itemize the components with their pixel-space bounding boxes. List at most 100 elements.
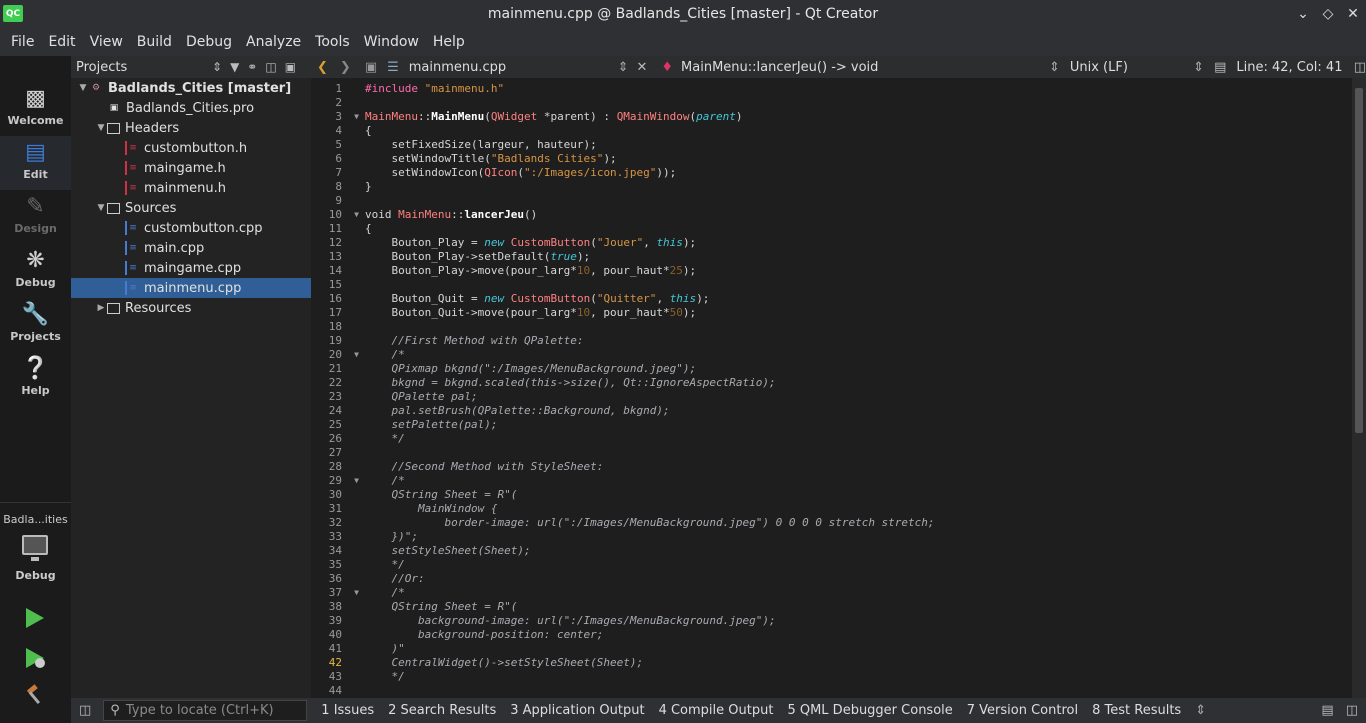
kit-selector[interactable]: Badla...ities Debug [0,502,71,592]
mode-help[interactable]: ❔ Help [0,352,71,406]
maximize-icon[interactable]: ◇ [1318,4,1338,24]
run-icon[interactable] [23,606,47,630]
line-ending-selector[interactable]: Unix (LF) [1070,60,1193,75]
code-line[interactable]: QPixmap bkgnd(":/Images/MenuBackground.j… [365,362,1350,376]
tree-item[interactable]: ≡ custombutton.cpp [71,218,311,238]
code-line[interactable]: setPalette(pal); [365,418,1350,432]
code-line[interactable]: })"; [365,530,1350,544]
code-line[interactable]: CentralWidget()->setStyleSheet(Sheet); [365,656,1350,670]
tree-item[interactable]: ▣ Badlands_Cities.pro [71,98,311,118]
split-icon[interactable]: ◫ [265,60,276,74]
tab-search-results[interactable]: 2 Search Results [388,703,496,718]
mode-debug[interactable]: ❋ Debug [0,244,71,298]
toggle-sidebar-icon[interactable]: ◫ [79,703,91,718]
code-line[interactable]: */ [365,432,1350,446]
code-line[interactable]: setFixedSize(largeur, hauteur); [365,138,1350,152]
code-line[interactable]: { [365,124,1350,138]
menu-view[interactable]: View [83,34,130,50]
scrollbar-thumb[interactable] [1355,88,1363,433]
locator-input[interactable]: ⚲ Type to locate (Ctrl+K) [103,700,308,721]
fold-marker-icon[interactable]: ▼ [354,348,359,362]
code-line[interactable]: //Second Method with StyleSheet: [365,460,1350,474]
tree-item[interactable]: ▼ Headers [71,118,311,138]
link-icon[interactable]: ⚭ [247,60,257,74]
menu-edit[interactable]: Edit [41,34,82,50]
cursor-position[interactable]: Line: 42, Col: 41 [1236,60,1353,75]
filter-icon[interactable]: ▼ [230,60,239,74]
chevron-down-icon[interactable]: ▼ [95,123,107,133]
tree-item[interactable]: ≡ custombutton.h [71,138,311,158]
code-line[interactable]: MainMenu::MainMenu(QWidget *parent) : QM… [365,110,1350,124]
menu-window[interactable]: Window [357,34,426,50]
code-line[interactable] [365,96,1350,110]
menu-help[interactable]: Help [426,34,472,50]
code-line[interactable]: background-position: center; [365,628,1350,642]
tree-item[interactable]: ≡ maingame.cpp [71,258,311,278]
outline-icon[interactable]: ▤ [1214,60,1226,75]
mode-design[interactable]: ✎ Design [0,190,71,244]
tree-item[interactable]: ≡ main.cpp [71,238,311,258]
code-line[interactable]: #include "mainmenu.h" [365,82,1350,96]
chevron-down-icon[interactable]: ▼ [77,83,89,93]
code-line[interactable]: setWindowTitle("Badlands Cities"); [365,152,1350,166]
tree-item[interactable]: ▶ Resources [71,298,311,318]
code-line[interactable]: //Or: [365,572,1350,586]
code-area[interactable]: #include "mainmenu.h"MainMenu::MainMenu(… [365,82,1350,698]
projects-view-selector[interactable]: Projects [76,60,208,75]
code-line[interactable]: /* [365,348,1350,362]
close-icon[interactable]: ✕ [1343,4,1363,24]
tab-version-control[interactable]: 7 Version Control [967,703,1078,718]
code-line[interactable]: */ [365,670,1350,684]
code-line[interactable]: /* [365,474,1350,488]
tab-application-output[interactable]: 3 Application Output [510,703,644,718]
tree-item[interactable]: ▼ Sources [71,198,311,218]
chevron-down-icon[interactable]: ▼ [95,203,107,213]
code-line[interactable]: pal.setBrush(QPalette::Background, bkgnd… [365,404,1350,418]
code-line[interactable] [365,684,1350,698]
debug-run-icon[interactable] [23,646,47,670]
code-line[interactable]: } [365,180,1350,194]
minimize-icon[interactable]: ⌄ [1293,4,1313,24]
tree-item[interactable]: ≡ maingame.h [71,158,311,178]
code-line[interactable]: Bouton_Play->setDefault(true); [365,250,1350,264]
code-line[interactable]: /* [365,586,1350,600]
code-line[interactable]: setWindowIcon(QIcon(":/Images/icon.jpeg"… [365,166,1350,180]
menu-file[interactable]: File [4,34,41,50]
mode-projects[interactable]: 🔧 Projects [0,298,71,352]
tree-item[interactable]: ≡ mainmenu.cpp [71,278,311,298]
code-line[interactable]: QString Sheet = R"( [365,600,1350,614]
tree-item[interactable]: ≡ mainmenu.h [71,178,311,198]
vertical-scrollbar[interactable] [1352,78,1366,698]
menu-tools[interactable]: Tools [308,34,357,50]
tab-qml-debugger-console[interactable]: 5 QML Debugger Console [787,703,952,718]
code-line[interactable] [365,194,1350,208]
code-line[interactable]: Bouton_Play->move(pour_larg*10, pour_hau… [365,264,1350,278]
tab-issues[interactable]: 1 Issues [321,703,374,718]
code-line[interactable]: //First Method with QPalette: [365,334,1350,348]
close-file-icon[interactable]: ✕ [636,60,647,75]
close-pane-icon[interactable]: ▣ [285,60,296,74]
code-line[interactable]: bkgnd = bkgnd.scaled(this->size(), Qt::I… [365,376,1350,390]
toggle-output-icon[interactable]: ◫ [1346,703,1358,718]
fold-marker-icon[interactable]: ▼ [354,110,359,124]
code-line[interactable]: setStyleSheet(Sheet); [365,544,1350,558]
code-line[interactable]: { [365,222,1350,236]
code-line[interactable]: QString Sheet = R"( [365,488,1350,502]
tree-item[interactable]: ▼ ⚙ Badlands_Cities [master] [71,78,311,98]
file-selector[interactable]: mainmenu.cpp [409,60,618,75]
code-editor[interactable]: 1 2 3 ▼ 4 5 6 7 8 9 10 ▼ 11 12 13 14 15 16 17 18 19 20 ▼ 21 22 23… [311,78,1366,698]
tab-compile-output[interactable]: 4 Compile Output [659,703,774,718]
mode-edit[interactable]: ▤ Edit [0,136,71,190]
code-line[interactable]: border-image: url(":/Images/MenuBackgrou… [365,516,1350,530]
chevron-right-icon[interactable]: ▶ [95,303,107,313]
code-line[interactable] [365,446,1350,460]
code-line[interactable]: Bouton_Quit = new CustomButton("Quitter"… [365,292,1350,306]
code-line[interactable]: */ [365,558,1350,572]
code-line[interactable]: Bouton_Play = new CustomButton("Jouer", … [365,236,1350,250]
code-line[interactable]: QPalette pal; [365,390,1350,404]
code-line[interactable]: MainWindow { [365,502,1350,516]
menu-analyze[interactable]: Analyze [239,34,308,50]
tab-test-results[interactable]: 8 Test Results [1092,703,1181,718]
fold-marker-icon[interactable]: ▼ [354,474,359,488]
code-line[interactable]: background-image: url(":/Images/MenuBack… [365,614,1350,628]
